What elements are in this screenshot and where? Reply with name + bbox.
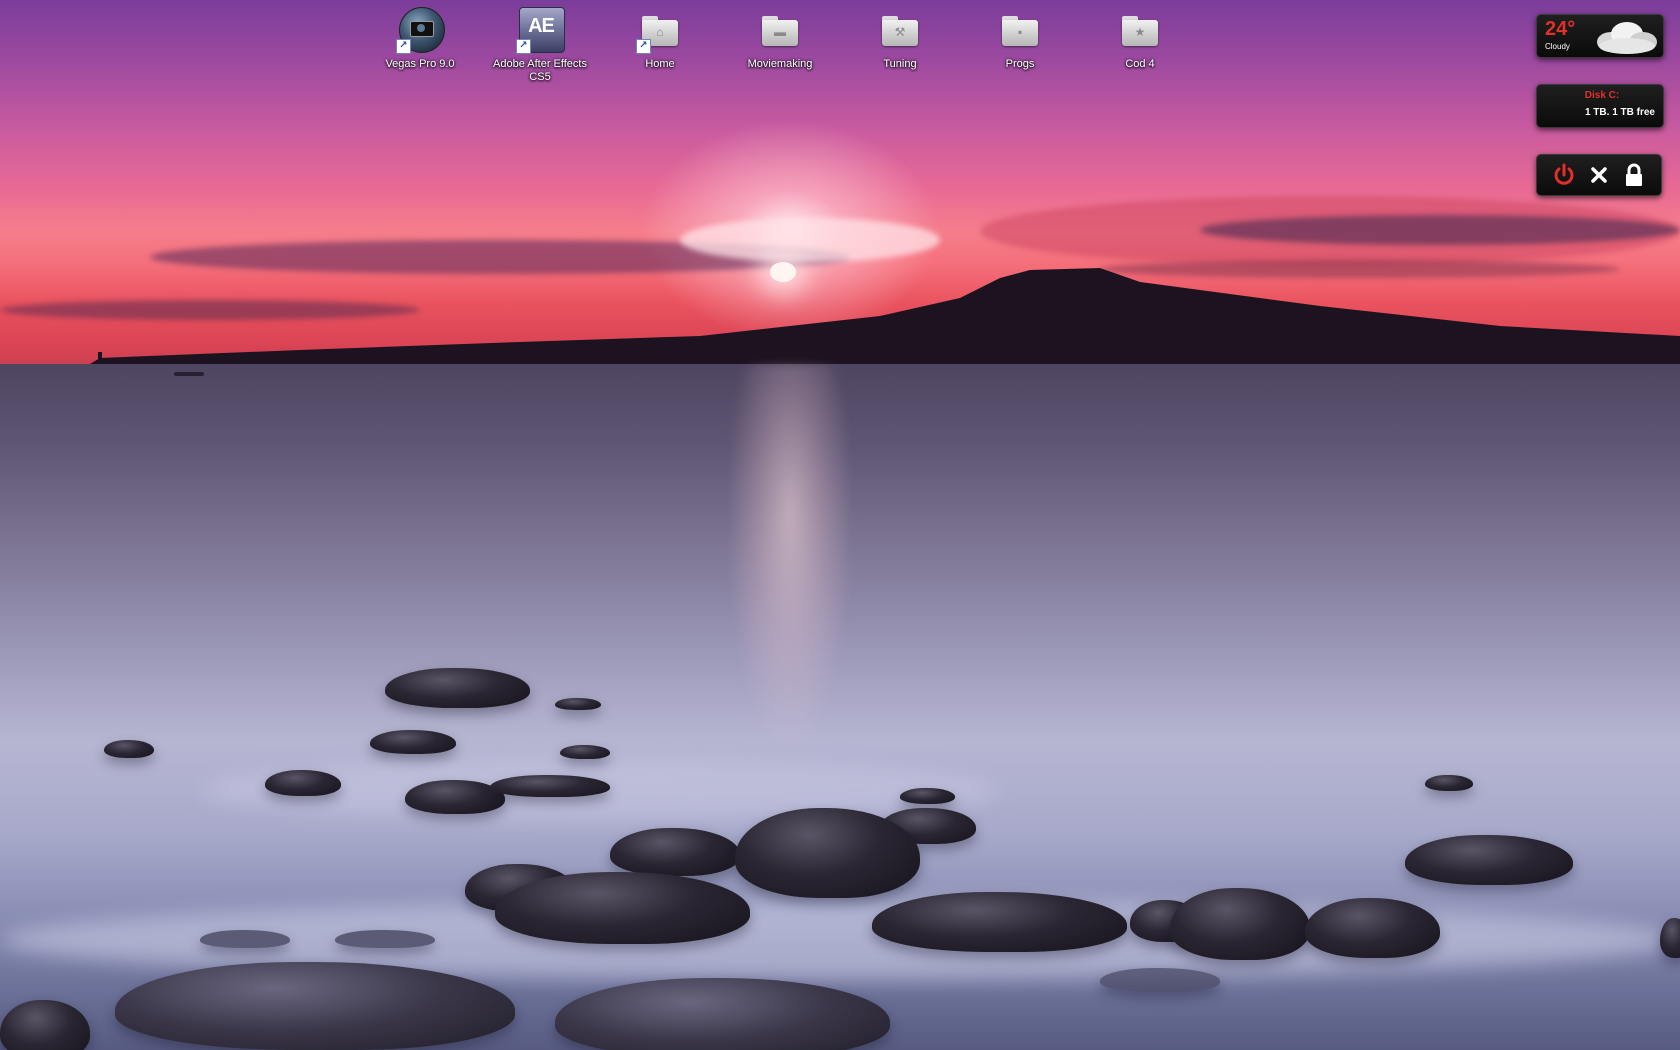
desktop-icon-label: Vegas Pro 9.0	[385, 58, 455, 70]
shortcut-arrow-icon: ↗	[396, 39, 411, 54]
cloud-icon	[1597, 22, 1657, 54]
shutdown-button[interactable]	[1551, 162, 1577, 188]
wallpaper-rock	[200, 930, 290, 948]
power-gadget	[1536, 154, 1662, 196]
wrench-icon: ⚒	[894, 25, 906, 39]
desktop-icon-label: Home	[645, 58, 675, 70]
folder-icon: ▬	[756, 6, 804, 54]
weather-temperature: 24°	[1545, 18, 1576, 40]
close-icon	[1591, 167, 1607, 183]
desktop-icon-progs[interactable]: ▪ Progs	[964, 6, 1076, 71]
wallpaper-rock	[1100, 968, 1220, 992]
wallpaper-rock	[735, 808, 920, 898]
wallpaper-rock	[1405, 835, 1573, 885]
shortcut-arrow-icon: ↗	[516, 39, 531, 54]
wallpaper-rock	[335, 930, 435, 948]
clapperboard-icon: ▬	[774, 25, 786, 39]
folder-icon: ★	[1116, 6, 1164, 54]
desktop-icon-after-effects[interactable]: AE ↗ Adobe After Effects CS5	[484, 6, 596, 84]
wallpaper-boat	[174, 372, 204, 376]
home-icon: ⌂	[656, 25, 664, 39]
lock-icon	[1625, 163, 1642, 186]
disk-gadget[interactable]: Disk C: 1 TB. 1 TB free	[1536, 84, 1664, 128]
wallpaper-rock	[1425, 775, 1473, 791]
lock-button[interactable]	[1621, 162, 1647, 188]
desktop-icon-tuning[interactable]: ⚒ Tuning	[844, 6, 956, 71]
desktop[interactable]: ↗ Vegas Pro 9.0 AE ↗ Adobe After Effects…	[0, 0, 1680, 1050]
desktop-icon-home[interactable]: ⌂ ↗ Home	[604, 6, 716, 71]
wallpaper-rock	[560, 745, 610, 759]
desktop-icon-label: Adobe After Effects CS5	[493, 58, 587, 83]
document-icon: ▪	[1017, 25, 1023, 39]
wallpaper-rock	[265, 770, 341, 796]
weather-gadget[interactable]: 24° Cloudy	[1536, 14, 1664, 58]
after-effects-icon: AE ↗	[516, 6, 565, 54]
wallpaper-rock	[495, 872, 750, 944]
wallpaper-rock	[104, 740, 154, 758]
wallpaper-rock	[370, 730, 456, 754]
desktop-icon-label: Moviemaking	[747, 58, 813, 70]
wallpaper-sun-reflection	[730, 364, 850, 744]
disk-title: Disk C:	[1584, 90, 1620, 101]
folder-icon: ⚒	[876, 6, 924, 54]
power-icon	[1554, 163, 1574, 185]
disk-info: 1 TB. 1 TB free	[1584, 107, 1655, 118]
after-effects-glyph: AE	[528, 15, 555, 37]
desktop-icon-moviemaking[interactable]: ▬ Moviemaking	[724, 6, 836, 71]
wallpaper-rock	[555, 698, 601, 710]
wallpaper-rock	[1170, 888, 1310, 960]
desktop-icon-label: Tuning	[883, 58, 917, 70]
wallpaper-rock	[900, 788, 955, 804]
weather-condition: Cloudy	[1545, 42, 1570, 51]
star-icon: ★	[1134, 25, 1146, 39]
vegas-pro-icon: ↗	[396, 6, 445, 54]
wallpaper-rock	[1660, 918, 1680, 958]
logoff-button[interactable]	[1586, 162, 1612, 188]
desktop-icon-vegas-pro[interactable]: ↗ Vegas Pro 9.0	[364, 6, 476, 71]
wallpaper-rock	[115, 962, 515, 1050]
wallpaper-rock	[872, 892, 1127, 952]
shortcut-arrow-icon: ↗	[636, 39, 651, 54]
desktop-icon-label: Cod 4	[1125, 58, 1155, 70]
wallpaper-rock	[610, 828, 740, 876]
wallpaper-rock	[1305, 898, 1440, 958]
folder-icon: ▪	[996, 6, 1044, 54]
folder-icon: ⌂ ↗	[636, 6, 684, 54]
wallpaper-rock	[385, 668, 530, 708]
desktop-icon-cod4[interactable]: ★ Cod 4	[1084, 6, 1196, 71]
wallpaper-rock	[490, 775, 610, 797]
desktop-icon-label: Progs	[1005, 58, 1035, 70]
